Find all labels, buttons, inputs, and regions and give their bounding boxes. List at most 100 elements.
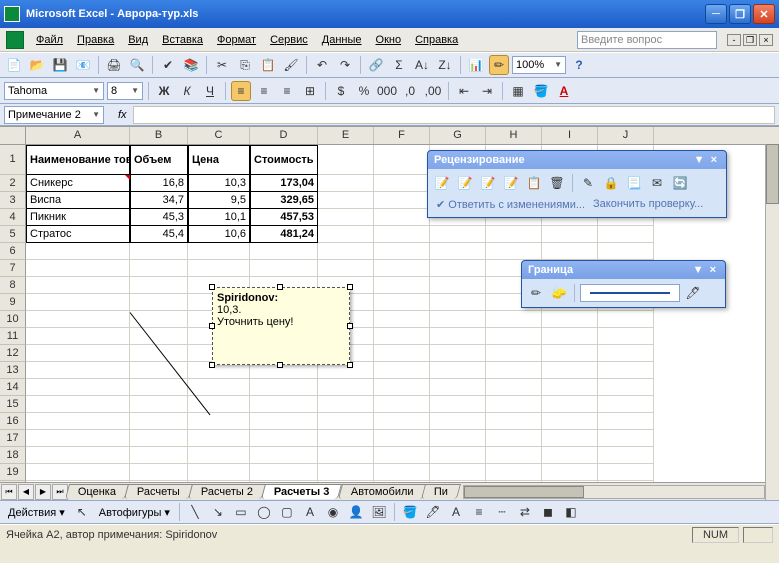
cell[interactable] bbox=[188, 243, 250, 260]
cell[interactable] bbox=[318, 226, 374, 243]
reply-changes-link[interactable]: ✔ Ответить с изменениями... bbox=[436, 198, 585, 211]
row-header[interactable]: 16 bbox=[0, 413, 26, 430]
paste-icon[interactable]: 📋 bbox=[258, 55, 278, 75]
row-header[interactable]: 6 bbox=[0, 243, 26, 260]
arrow-style-icon[interactable]: ⇄ bbox=[515, 502, 535, 522]
cell[interactable] bbox=[430, 328, 486, 345]
inc-decimal-icon[interactable]: ,0 bbox=[400, 81, 420, 101]
cell[interactable] bbox=[430, 294, 486, 311]
border-close-button[interactable]: × bbox=[707, 264, 719, 276]
cell[interactable] bbox=[318, 260, 374, 277]
inc-indent-icon[interactable]: ⇥ bbox=[477, 81, 497, 101]
cell[interactable] bbox=[486, 311, 542, 328]
permission-icon[interactable]: 📧 bbox=[73, 55, 93, 75]
doc-restore-button[interactable]: ❐ bbox=[743, 34, 757, 46]
cell-B2[interactable]: 16,8 bbox=[130, 175, 188, 192]
name-box[interactable]: Примечание 2▼ bbox=[4, 106, 104, 124]
row-header[interactable]: 5 bbox=[0, 226, 26, 243]
cell[interactable] bbox=[318, 175, 374, 192]
cell[interactable] bbox=[486, 328, 542, 345]
cell[interactable] bbox=[374, 294, 430, 311]
sort-desc-icon[interactable]: Z↓ bbox=[435, 55, 455, 75]
cell-A1[interactable]: Наименование товара bbox=[26, 145, 130, 175]
draw-border-icon[interactable]: ✏ bbox=[526, 283, 546, 303]
cell[interactable] bbox=[486, 430, 542, 447]
print-icon[interactable]: 🖨 bbox=[104, 55, 124, 75]
cell-B1[interactable]: Объем bbox=[130, 145, 188, 175]
cell[interactable] bbox=[374, 362, 430, 379]
cell[interactable] bbox=[542, 379, 598, 396]
cell[interactable] bbox=[130, 447, 188, 464]
clipart-icon[interactable]: 👤 bbox=[346, 502, 366, 522]
finish-review-link[interactable]: Закончить проверку... bbox=[593, 198, 703, 211]
cell[interactable] bbox=[430, 447, 486, 464]
delete-comment-icon[interactable]: 🗑 bbox=[547, 173, 567, 193]
cell[interactable] bbox=[374, 464, 430, 481]
row-header[interactable]: 10 bbox=[0, 311, 26, 328]
cell-D3[interactable]: 329,65 bbox=[250, 192, 318, 209]
cell[interactable] bbox=[130, 430, 188, 447]
textbox-icon[interactable]: ▢ bbox=[277, 502, 297, 522]
cell[interactable] bbox=[26, 362, 130, 379]
cell[interactable] bbox=[26, 379, 130, 396]
workbook-icon[interactable] bbox=[6, 31, 24, 49]
cell[interactable] bbox=[250, 447, 318, 464]
cell[interactable] bbox=[486, 345, 542, 362]
cell[interactable] bbox=[430, 260, 486, 277]
menu-window[interactable]: Окно bbox=[370, 32, 408, 48]
cell[interactable] bbox=[542, 328, 598, 345]
undo-icon[interactable]: ↶ bbox=[312, 55, 332, 75]
sort-asc-icon[interactable]: A↓ bbox=[412, 55, 432, 75]
row-header[interactable]: 12 bbox=[0, 345, 26, 362]
update-icon[interactable]: 🔄 bbox=[670, 173, 690, 193]
review-close-button[interactable]: × bbox=[708, 154, 720, 166]
cell[interactable] bbox=[598, 430, 654, 447]
menu-format[interactable]: Формат bbox=[211, 32, 262, 48]
ink-icon[interactable]: ✎ bbox=[578, 173, 598, 193]
cell[interactable] bbox=[130, 294, 188, 311]
select-objects-icon[interactable]: ↖ bbox=[72, 502, 92, 522]
cell[interactable] bbox=[542, 243, 598, 260]
bold-icon[interactable]: Ж bbox=[154, 81, 174, 101]
cell[interactable] bbox=[374, 260, 430, 277]
toolbar-options-icon[interactable]: ▼ bbox=[693, 264, 704, 276]
sheet-tab[interactable]: Оценка bbox=[65, 484, 129, 499]
cell[interactable] bbox=[486, 447, 542, 464]
spell-icon[interactable]: ✔ bbox=[158, 55, 178, 75]
cell[interactable] bbox=[542, 345, 598, 362]
cell[interactable] bbox=[486, 413, 542, 430]
cell-A4[interactable]: Пикник bbox=[26, 209, 130, 226]
hyperlink-icon[interactable]: 🔗 bbox=[366, 55, 386, 75]
format-painter-icon[interactable]: 🖌 bbox=[281, 55, 301, 75]
row-header[interactable]: 19 bbox=[0, 464, 26, 481]
col-header-H[interactable]: H bbox=[486, 127, 542, 144]
row-header[interactable]: 14 bbox=[0, 379, 26, 396]
cell[interactable] bbox=[130, 260, 188, 277]
vertical-scrollbar[interactable] bbox=[765, 144, 779, 500]
col-header-I[interactable]: I bbox=[542, 127, 598, 144]
row-header[interactable]: 13 bbox=[0, 362, 26, 379]
cell-D4[interactable]: 457,53 bbox=[250, 209, 318, 226]
drawing-icon[interactable]: ✏ bbox=[489, 55, 509, 75]
send-icon[interactable]: ✉ bbox=[647, 173, 667, 193]
cell[interactable] bbox=[374, 413, 430, 430]
menu-view[interactable]: Вид bbox=[122, 32, 154, 48]
cell[interactable] bbox=[430, 345, 486, 362]
cell[interactable] bbox=[374, 311, 430, 328]
cell[interactable] bbox=[598, 226, 654, 243]
comma-icon[interactable]: 000 bbox=[377, 81, 397, 101]
cell[interactable] bbox=[318, 243, 374, 260]
cell[interactable] bbox=[26, 311, 130, 328]
col-header-D[interactable]: D bbox=[250, 127, 318, 144]
cell[interactable] bbox=[486, 226, 542, 243]
cell[interactable] bbox=[250, 413, 318, 430]
dec-indent-icon[interactable]: ⇤ bbox=[454, 81, 474, 101]
cell[interactable] bbox=[542, 311, 598, 328]
border-style-selector[interactable] bbox=[580, 284, 680, 302]
cell[interactable] bbox=[374, 328, 430, 345]
menu-tools[interactable]: Сервис bbox=[264, 32, 314, 48]
cell[interactable] bbox=[26, 464, 130, 481]
cell[interactable] bbox=[26, 260, 130, 277]
horizontal-scrollbar[interactable] bbox=[463, 485, 765, 499]
cell[interactable] bbox=[430, 277, 486, 294]
